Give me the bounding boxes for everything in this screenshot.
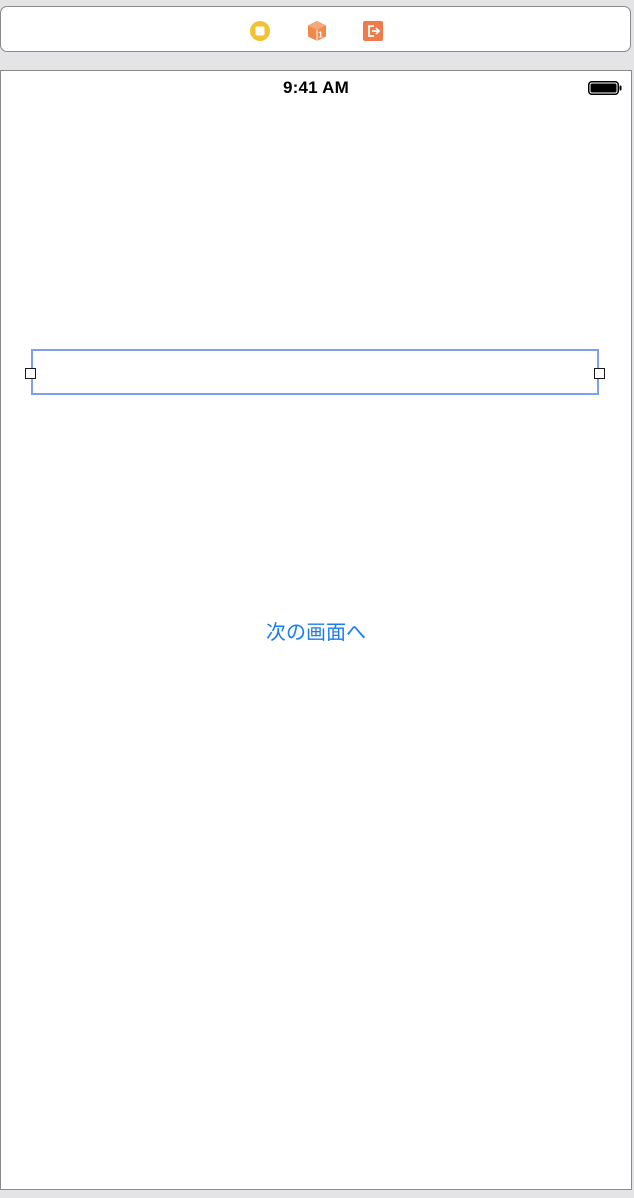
resize-handle-right[interactable] — [594, 368, 605, 379]
resize-handle-left[interactable] — [25, 368, 36, 379]
view-controller-icon[interactable] — [249, 20, 271, 42]
text-field[interactable] — [25, 349, 605, 395]
svg-text:1: 1 — [318, 31, 323, 40]
scene-dock: 1 — [0, 6, 631, 52]
first-responder-icon[interactable]: 1 — [306, 20, 328, 42]
status-time: 9:41 AM — [283, 78, 349, 97]
battery-icon — [588, 81, 622, 95]
device-screen: 9:41 AM 次の画面へ — [0, 70, 632, 1190]
next-screen-button[interactable]: 次の画面へ — [1, 616, 631, 645]
status-bar: 9:41 AM — [1, 71, 631, 105]
exit-icon[interactable] — [362, 20, 384, 42]
